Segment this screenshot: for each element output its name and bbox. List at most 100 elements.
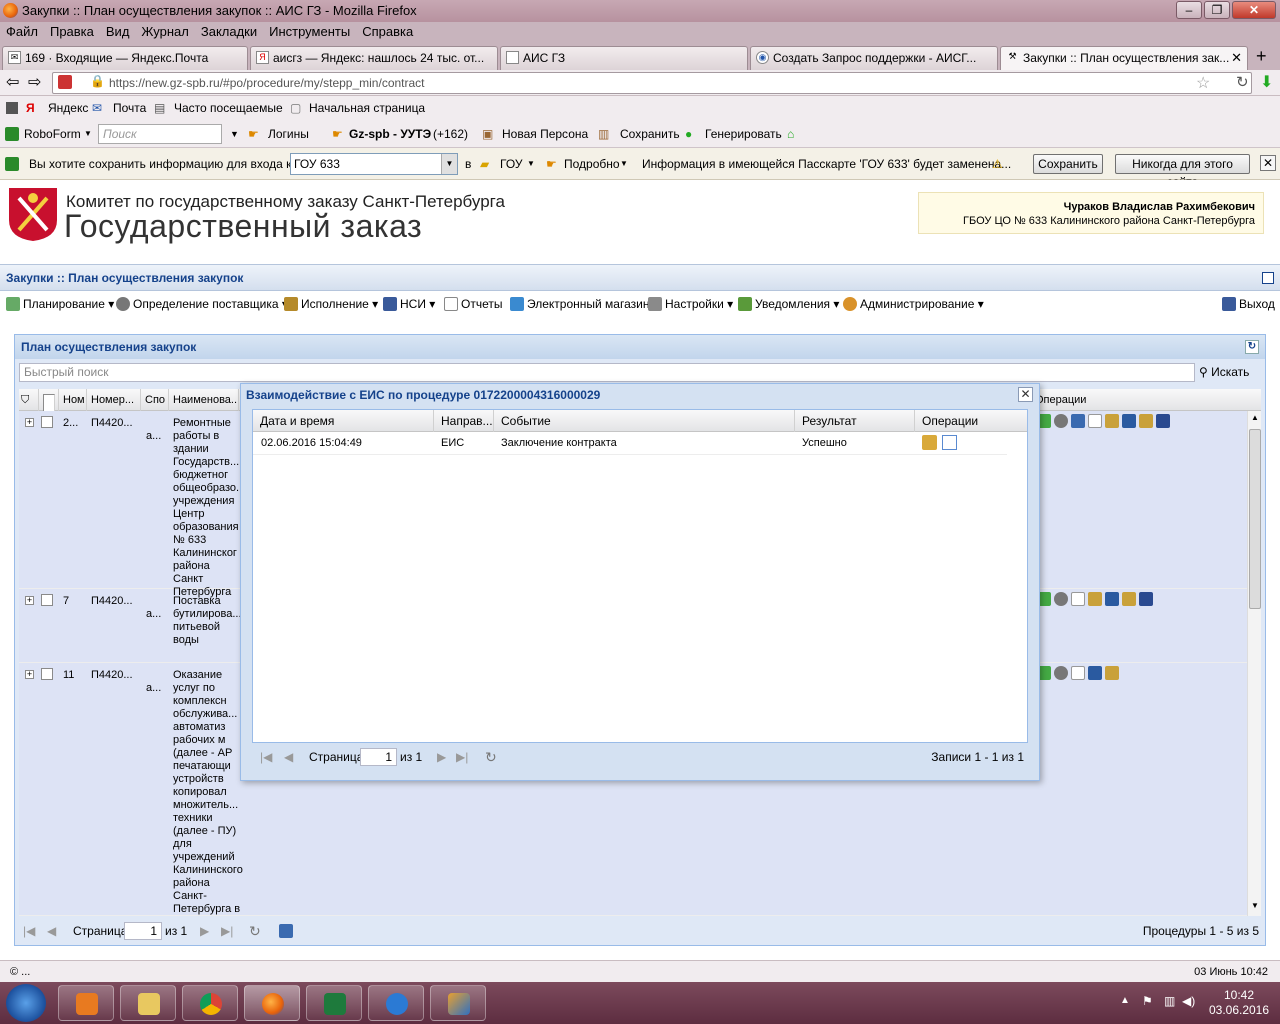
taskbar-chrome[interactable] (182, 985, 238, 1021)
col-operations[interactable]: Операции (1031, 389, 1261, 411)
expand-icon[interactable]: + (25, 418, 34, 427)
menu-planning[interactable]: Планирование ▾ (6, 291, 114, 318)
menu-nsi[interactable]: НСИ ▾ (383, 291, 435, 318)
start-button[interactable] (6, 984, 46, 1022)
col-datetime[interactable]: Дата и время (253, 410, 434, 432)
tab-support[interactable]: ◉ Создать Запрос поддержки - АИСГ... (750, 46, 998, 70)
tab-yandex-mail[interactable]: ✉ 169 · Входящие — Яндекс.Почта (2, 46, 248, 70)
tab-close-icon[interactable]: ✕ (1231, 47, 1242, 69)
tab-procurement[interactable]: ⚒ Закупки :: План осуществления зак... ✕ (1000, 46, 1248, 70)
identity-icon[interactable] (58, 75, 72, 89)
col-num[interactable]: Ном (59, 389, 87, 411)
columns-icon[interactable] (1156, 414, 1170, 428)
gear-icon[interactable] (1054, 666, 1068, 680)
book-icon[interactable] (1122, 414, 1136, 428)
home-icon[interactable]: ⌂ (787, 120, 794, 148)
eagle-icon[interactable] (1105, 414, 1119, 428)
menu-reports[interactable]: Отчеты (444, 291, 502, 318)
close-button[interactable]: ✕ (1232, 1, 1276, 19)
menu-eshop[interactable]: Электронный магазин (510, 291, 649, 318)
collapse-icon[interactable] (1262, 272, 1274, 284)
menu-tools[interactable]: Инструменты (263, 22, 356, 42)
next-page-icon[interactable]: ▶ (200, 918, 209, 944)
close-icon[interactable]: ✕ (1260, 155, 1276, 171)
page-input[interactable]: 1 (124, 922, 162, 940)
menu-help[interactable]: Справка (356, 22, 419, 42)
col-direction[interactable]: Направ... (434, 410, 494, 432)
save-login-button[interactable]: Сохранить (1033, 154, 1103, 174)
expand-icon[interactable]: + (25, 670, 34, 679)
document-icon[interactable] (1071, 666, 1085, 680)
maximize-button[interactable]: ❐ (1204, 1, 1230, 19)
col-name[interactable]: Наименова... (169, 389, 239, 411)
tray-expand-icon[interactable]: ▲ (1120, 995, 1130, 1006)
login-name-select[interactable]: ГОУ 633 ▼ (290, 153, 458, 175)
menu-supplier[interactable]: Определение поставщика ▾ (116, 291, 288, 318)
document-edit-icon[interactable] (942, 435, 957, 450)
menu-bookmarks[interactable]: Закладки (195, 22, 263, 42)
forward-icon[interactable]: ⇨ (28, 72, 41, 92)
menu-history[interactable]: Журнал (135, 22, 194, 42)
taskbar-explorer[interactable] (120, 985, 176, 1021)
close-icon[interactable]: ✕ (1018, 387, 1033, 402)
refresh-icon[interactable]: ↻ (485, 744, 497, 770)
last-page-icon[interactable]: ▶| (456, 744, 468, 770)
gz-login[interactable]: Gz-spb - УУТЭ (349, 120, 431, 148)
flag-icon[interactable]: ⚑ (1142, 994, 1153, 1008)
taskbar-app[interactable] (430, 985, 486, 1021)
grid-scrollbar[interactable]: ▲ ▼ (1247, 411, 1261, 916)
never-for-site-button[interactable]: Никогда для этого сайта (1115, 154, 1250, 189)
expand-icon[interactable]: + (25, 596, 34, 605)
card-icon[interactable] (1071, 414, 1085, 428)
refresh-icon[interactable]: ↻ (1245, 340, 1259, 354)
row-checkbox[interactable] (41, 594, 53, 606)
url-bar[interactable]: https://new.gz-spb.ru/#po/procedure/my/s… (52, 72, 1252, 94)
prev-page-icon[interactable]: ◀ (47, 918, 56, 944)
gear-icon[interactable] (1054, 592, 1068, 606)
network-icon[interactable]: ▥ (1164, 994, 1175, 1008)
select-all-checkbox[interactable] (39, 389, 59, 411)
scroll-up-icon[interactable]: ▲ (1249, 413, 1261, 422)
document-icon[interactable] (1071, 592, 1085, 606)
tab-yandex-search[interactable]: Яаисгз — Яндекс: нашлось 24 тыс. от... (250, 46, 498, 70)
menu-notifications[interactable]: Уведомления ▾ (738, 291, 839, 318)
next-page-icon[interactable]: ▶ (437, 744, 446, 770)
menu-file[interactable]: Файл (0, 22, 44, 42)
bookmark-mail[interactable]: Почта (113, 96, 146, 120)
package-icon[interactable] (922, 435, 937, 450)
generate-button[interactable]: Генерировать (705, 120, 782, 148)
row-checkbox[interactable] (41, 668, 53, 680)
page-input[interactable]: 1 (360, 748, 397, 766)
volume-icon[interactable]: ◀) (1182, 994, 1195, 1008)
book-icon[interactable] (1088, 666, 1102, 680)
menu-admin[interactable]: Администрирование ▾ (843, 291, 984, 318)
menu-edit[interactable]: Правка (44, 22, 100, 42)
first-page-icon[interactable]: |◀ (260, 744, 272, 770)
search-button[interactable]: ⚲ Искать (1199, 363, 1249, 382)
menu-settings[interactable]: Настройки ▾ (648, 291, 733, 318)
apps-icon[interactable] (6, 102, 18, 114)
scroll-thumb[interactable] (1249, 429, 1261, 609)
col-operations[interactable]: Операции (915, 410, 1027, 432)
save-icon[interactable] (279, 924, 293, 938)
last-page-icon[interactable]: ▶| (221, 918, 233, 944)
refresh-icon[interactable]: ↻ (249, 918, 261, 944)
col-result[interactable]: Результат (795, 410, 915, 432)
tab-ais-gz[interactable]: АИС ГЗ (500, 46, 748, 70)
col-method[interactable]: Спо (141, 389, 169, 411)
new-tab-button[interactable]: + (1256, 46, 1267, 67)
clock[interactable]: 10:42 03.06.2016 (1204, 988, 1274, 1018)
dialog-row[interactable]: 02.06.2016 15:04:49 ЕИС Заключение контр… (253, 432, 1007, 455)
star-icon[interactable]: ☆ (1196, 73, 1210, 93)
logins-menu[interactable]: Логины (268, 120, 309, 148)
download-icon[interactable]: ⬇ (1260, 72, 1273, 92)
scroll-icon[interactable] (1105, 666, 1119, 680)
roboform-save-button[interactable]: Сохранить (620, 120, 680, 148)
bookmark-frequent[interactable]: Часто посещаемые (174, 96, 283, 120)
col-number[interactable]: Номер... (87, 389, 141, 411)
chevron-down-icon[interactable]: ▼ (527, 148, 535, 180)
gear-icon[interactable] (1054, 414, 1068, 428)
chevron-down-icon[interactable]: ▼ (620, 148, 628, 180)
bookmark-yandex[interactable]: Яндекс (48, 96, 88, 120)
prev-page-icon[interactable]: ◀ (284, 744, 293, 770)
